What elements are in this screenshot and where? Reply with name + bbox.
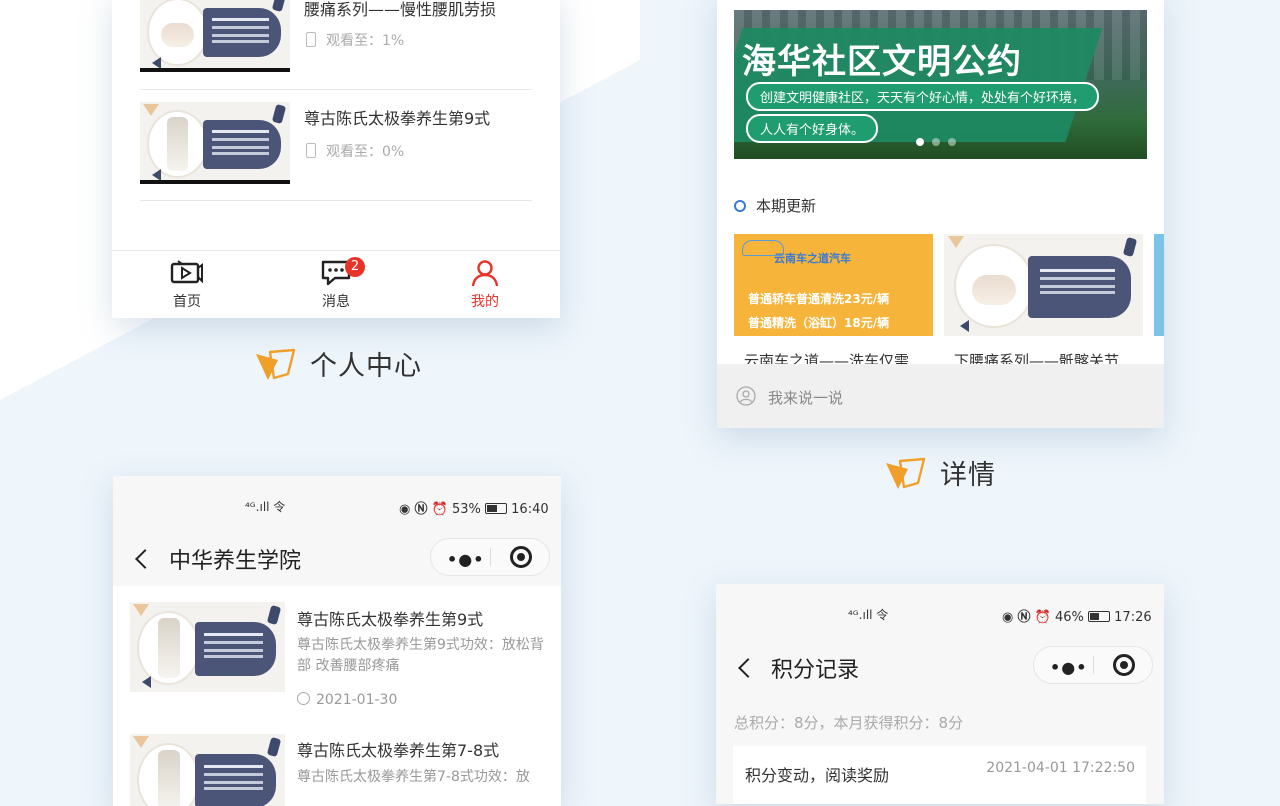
article-title[interactable]: 尊古陈氏太极拳养生第7-8式 — [297, 737, 499, 761]
video-thumbnail[interactable] — [140, 102, 290, 184]
close-target-icon[interactable] — [510, 546, 532, 568]
battery-level: 53% — [451, 502, 481, 517]
comment-placeholder: 我来说一说 — [768, 389, 844, 407]
back-arrow-icon[interactable] — [738, 658, 758, 678]
more-icon[interactable]: •●• — [1050, 658, 1087, 677]
tab-home-label: 首页 — [173, 294, 201, 310]
eye-icon: ◉ — [399, 502, 411, 517]
status-icons: ◉ Ⓝ ⏰ 46% 17:26 — [1002, 606, 1152, 625]
page-title: 积分记录 — [771, 658, 860, 683]
academy-screen: ⁴ᴳ.ıll 令 ◉ Ⓝ ⏰ 53% 16:40 中华养生学院 •●• 尊古陈氏… — [113, 476, 561, 806]
clock-time: 16:40 — [511, 502, 549, 517]
banner-title: 海华社区文明公约 — [742, 42, 1022, 82]
section-heading: 本期更新 — [734, 195, 816, 216]
alarm-icon: ⏰ — [1034, 610, 1051, 625]
content-area: 尊古陈氏太极拳养生第9式 尊古陈氏太极拳养生第9式功效：放松背部 改善腰部疼痛 … — [113, 586, 561, 806]
card-price-2: 普通精洗（浴缸）18元/辆 — [748, 316, 890, 330]
battery-level: 46% — [1054, 610, 1084, 625]
divider — [140, 200, 532, 201]
video-icon — [170, 260, 203, 284]
watch-progress: 观看至：1% — [306, 30, 404, 50]
more-icon[interactable]: •●• — [447, 550, 484, 569]
video-title[interactable]: 尊古陈氏太极拳养生第9式 — [304, 105, 490, 129]
section-title: 详情 — [940, 460, 996, 491]
article-description: 尊古陈氏太极拳养生第7-8式功效：放 — [297, 769, 530, 785]
video-thumbnail[interactable] — [130, 734, 285, 806]
avatar-icon — [736, 386, 756, 406]
alarm-icon: ⏰ — [431, 502, 448, 517]
unread-badge: 2 — [345, 257, 365, 277]
update-card[interactable] — [944, 234, 1143, 336]
eye-icon: ◉ — [1002, 610, 1014, 625]
page-title: 中华养生学院 — [169, 549, 302, 574]
section-caption: 个人中心 — [254, 344, 422, 383]
video-thumbnail[interactable] — [130, 602, 285, 692]
divider — [140, 89, 532, 90]
article-description: 尊古陈氏太极拳养生第9式功效：放松背部 改善腰部疼痛 — [297, 637, 544, 674]
user-icon — [471, 260, 499, 287]
tab-me-label: 我的 — [471, 294, 499, 310]
status-icons: ◉ Ⓝ ⏰ 53% 16:40 — [399, 498, 549, 517]
mini-program-capsule: •●• — [1033, 646, 1153, 684]
battery-icon — [485, 503, 508, 514]
tab-messages[interactable]: 消息 2 — [301, 257, 371, 311]
phone-icon — [306, 143, 316, 158]
clock-time: 17:26 — [1114, 610, 1152, 625]
points-summary: 总积分：8分，本月获得积分：8分 — [734, 714, 964, 732]
section-title: 个人中心 — [310, 351, 422, 382]
tab-me[interactable]: 我的 — [450, 259, 520, 311]
battery-icon — [1088, 611, 1111, 622]
arrow-logo-icon — [886, 457, 926, 489]
update-card[interactable]: 云南车之道汽车 普通轿车普通清洗23元/辆 普通精洗（浴缸）18元/辆 — [734, 234, 933, 336]
personal-center-screen: 腰痛系列——慢性腰肌劳损 观看至：1% 尊古陈氏太极拳养生第9式 观看至：0% … — [112, 0, 560, 318]
section-caption: 详情 — [884, 453, 996, 492]
card-price-1: 普通轿车普通清洗23元/辆 — [748, 292, 890, 306]
nfc-icon: Ⓝ — [1017, 610, 1031, 625]
article-title[interactable]: 尊古陈氏太极拳养生第9式 — [297, 606, 483, 630]
video-thumbnail[interactable] — [140, 0, 290, 72]
points-screen: ⁴ᴳ.ıll 令 ◉ Ⓝ ⏰ 46% 17:26 积分记录 •●• 总积分：8分… — [716, 584, 1164, 804]
video-title[interactable]: 腰痛系列——慢性腰肌劳损 — [304, 0, 496, 20]
card-brand: 云南车之道汽车 — [774, 252, 851, 265]
details-screen: 海华社区文明公约 创建文明健康社区，天天有个好心情，处处有个好环境， 人人有个好… — [717, 0, 1164, 428]
banner-line1: 创建文明健康社区，天天有个好心情，处处有个好环境， — [746, 82, 1100, 111]
banner[interactable]: 海华社区文明公约 创建文明健康社区，天天有个好心情，处处有个好环境， 人人有个好… — [734, 10, 1147, 159]
arrow-logo-icon — [256, 348, 296, 380]
banner-line2: 人人有个好身体。 — [746, 114, 879, 143]
tab-home[interactable]: 首页 — [152, 259, 222, 311]
record-label: 积分变动，阅读奖励 — [745, 766, 890, 785]
signal-indicator: ⁴ᴳ.ıll 令 — [848, 608, 889, 622]
signal-indicator: ⁴ᴳ.ıll 令 — [245, 500, 286, 514]
comment-bar[interactable]: 我来说一说 — [717, 364, 1164, 428]
tab-bar: 首页 消息 2 我的 — [112, 250, 560, 318]
back-arrow-icon[interactable] — [135, 549, 155, 569]
points-record: 积分变动，阅读奖励 2021-04-01 17:22:50 — [733, 746, 1146, 804]
watch-progress: 观看至：0% — [306, 141, 404, 161]
tab-messages-label: 消息 — [322, 294, 350, 310]
close-target-icon[interactable] — [1113, 654, 1135, 676]
ring-icon — [734, 199, 746, 212]
record-time: 2021-04-01 17:22:50 — [986, 760, 1135, 776]
banner-pagination[interactable] — [916, 138, 956, 146]
phone-icon — [306, 32, 316, 47]
clock-icon — [297, 692, 310, 705]
mini-program-capsule: •●• — [430, 538, 550, 576]
nfc-icon: Ⓝ — [414, 502, 428, 517]
article-date: 2021-01-30 — [297, 692, 397, 708]
update-card-peek[interactable] — [1154, 234, 1164, 336]
